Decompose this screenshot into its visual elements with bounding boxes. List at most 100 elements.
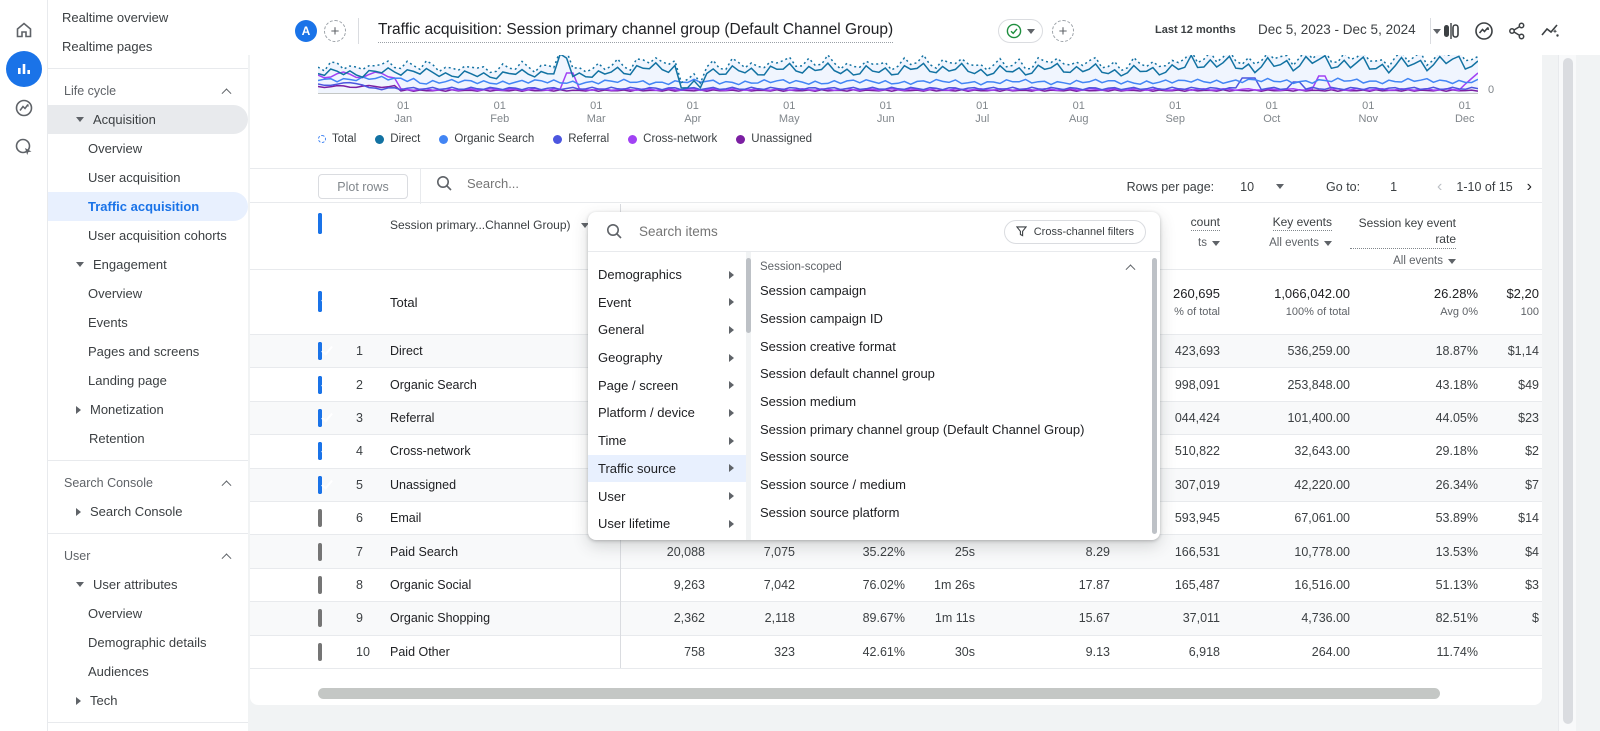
- sidebar-item-acquisition[interactable]: Acquisition: [48, 105, 248, 134]
- dimension-header[interactable]: Session primary...Channel Group): [390, 203, 620, 269]
- table-row[interactable]: 9 Organic Shopping 2,362 2,118 89.67% 1m…: [250, 602, 1542, 635]
- plot-rows-button[interactable]: Plot rows: [318, 174, 408, 199]
- next-page-button[interactable]: ›: [1527, 178, 1532, 196]
- row-checkbox[interactable]: [318, 342, 322, 360]
- total-row-checkbox[interactable]: [318, 291, 322, 312]
- sidebar-item-user-attributes[interactable]: User attributes: [48, 570, 248, 599]
- category-menu-item[interactable]: Traffic source: [588, 455, 746, 483]
- events-per-session-value: 9.13: [975, 645, 1110, 659]
- dimension-option[interactable]: Session source platform: [760, 499, 1148, 527]
- dimension-option[interactable]: Session campaign: [760, 277, 1148, 305]
- sidebar-item[interactable]: Traffic acquisition: [48, 192, 248, 221]
- date-range-picker[interactable]: Dec 5, 2023 - Dec 5, 2024: [1258, 22, 1441, 37]
- legend-item[interactable]: Unassigned: [736, 133, 812, 145]
- legend-item[interactable]: Organic Search: [439, 133, 534, 145]
- category-menu-item[interactable]: General: [588, 316, 746, 344]
- picker-menu-scrollbar-thumb[interactable]: [746, 258, 751, 333]
- sidebar-item-tech[interactable]: Tech: [48, 686, 248, 715]
- category-menu-item[interactable]: User: [588, 482, 746, 510]
- sidebar-item-realtime-overview[interactable]: Realtime overview: [48, 3, 248, 32]
- category-label: Custom: [598, 252, 643, 254]
- reports-nav-button[interactable]: [6, 51, 42, 87]
- horizontal-scrollbar[interactable]: [318, 688, 1440, 699]
- row-checkbox[interactable]: [318, 543, 322, 561]
- share-icon[interactable]: [1506, 20, 1528, 42]
- dimension-option[interactable]: Session campaign ID: [760, 305, 1148, 333]
- prev-page-button[interactable]: ‹: [1437, 178, 1442, 196]
- sidebar-section-search-console[interactable]: Search Console: [48, 468, 248, 497]
- row-checkbox[interactable]: [318, 609, 322, 627]
- sidebar-section-user[interactable]: User: [48, 541, 248, 570]
- sidebar-item[interactable]: Demographic details: [48, 628, 248, 657]
- row-checkbox[interactable]: [318, 576, 322, 594]
- sidebar-section-life-cycle[interactable]: Life cycle: [48, 76, 248, 105]
- session-key-event-rate-column-header[interactable]: Session key event rate All events: [1350, 203, 1478, 269]
- category-menu-item[interactable]: User lifetime: [588, 510, 746, 538]
- sidebar-item[interactable]: User acquisition: [48, 163, 248, 192]
- category-menu-item[interactable]: Page / screen: [588, 371, 746, 399]
- page-scrollbar-track[interactable]: [1558, 55, 1576, 731]
- page-scrollbar-thumb[interactable]: [1563, 58, 1573, 724]
- sidebar-item-engagement[interactable]: Engagement: [48, 250, 248, 279]
- sidebar-item[interactable]: Pages and screens: [48, 337, 248, 366]
- row-checkbox[interactable]: [318, 643, 322, 661]
- category-menu-item[interactable]: Geography: [588, 344, 746, 372]
- report-title[interactable]: Traffic acquisition: Session primary cha…: [378, 21, 893, 43]
- picker-search-input[interactable]: [639, 224, 988, 239]
- sidebar-item-monetization[interactable]: Monetization: [48, 395, 248, 424]
- dimension-option[interactable]: Session default channel group: [760, 360, 1148, 388]
- dimension-option[interactable]: Session primary channel group (Default C…: [760, 415, 1148, 443]
- report-status-badge[interactable]: [998, 19, 1043, 43]
- table-row[interactable]: 8 Organic Social 9,263 7,042 76.02% 1m 2…: [250, 569, 1542, 602]
- home-nav-button[interactable]: [6, 12, 42, 48]
- sidebar-item-search-console[interactable]: Search Console: [48, 497, 248, 526]
- chevron-down-icon[interactable]: [1276, 184, 1284, 189]
- sidebar-item[interactable]: User acquisition cohorts: [48, 221, 248, 250]
- sidebar-item[interactable]: Overview: [48, 279, 248, 308]
- table-row[interactable]: 10 Paid Other 758 323 42.61% 30s 9.13 6,…: [250, 636, 1542, 669]
- category-menu-item[interactable]: Event: [588, 288, 746, 316]
- cross-channel-filters-chip[interactable]: Cross-channel filters: [1004, 220, 1146, 244]
- legend-item[interactable]: Total: [318, 133, 356, 145]
- comparison-icon[interactable]: [1440, 20, 1462, 42]
- add-report-button[interactable]: +: [1052, 20, 1074, 42]
- legend-item[interactable]: Cross-network: [628, 133, 717, 145]
- session-key-event-rate-value: 29.18%: [1350, 444, 1478, 458]
- explore-nav-button[interactable]: [6, 90, 42, 126]
- insights-icon[interactable]: [1473, 20, 1495, 42]
- row-checkbox[interactable]: [318, 476, 322, 494]
- sidebar-item[interactable]: Events: [48, 308, 248, 337]
- row-checkbox[interactable]: [318, 376, 322, 394]
- row-checkbox[interactable]: [318, 409, 322, 427]
- goto-page-input[interactable]: 1: [1390, 180, 1397, 194]
- sidebar-item[interactable]: Overview: [48, 134, 248, 163]
- session-scoped-group-header[interactable]: Session-scoped: [760, 252, 1148, 277]
- select-all-checkbox[interactable]: [318, 213, 322, 234]
- legend-item[interactable]: Direct: [375, 133, 420, 145]
- sidebar-item[interactable]: Landing page: [48, 366, 248, 395]
- category-menu-item[interactable]: Custom: [588, 252, 746, 261]
- dimension-option[interactable]: Session medium: [760, 388, 1148, 416]
- dimension-option[interactable]: Session creative format: [760, 332, 1148, 360]
- sidebar-item[interactable]: Audiences: [48, 657, 248, 686]
- sidebar-item-retention[interactable]: Retention: [48, 424, 248, 453]
- row-checkbox[interactable]: [318, 442, 322, 460]
- advertising-nav-button[interactable]: [6, 129, 42, 165]
- legend-item[interactable]: Referral: [553, 133, 609, 145]
- add-comparison-button[interactable]: +: [324, 20, 346, 42]
- sidebar-item-realtime-pages[interactable]: Realtime pages: [48, 32, 248, 61]
- picker-options-scrollbar-thumb[interactable]: [1152, 258, 1157, 534]
- table-row[interactable]: 7 Paid Search 20,088 7,075 35.22% 25s 8.…: [250, 535, 1542, 568]
- table-search-input[interactable]: [467, 176, 667, 191]
- category-menu-item[interactable]: Demographics: [588, 261, 746, 289]
- sidebar-item[interactable]: Overview: [48, 599, 248, 628]
- sparkline-insights-icon[interactable]: [1539, 20, 1561, 42]
- dimension-option[interactable]: Session source / medium: [760, 471, 1148, 499]
- category-menu-item[interactable]: Platform / device: [588, 399, 746, 427]
- dimension-option[interactable]: Session source: [760, 443, 1148, 471]
- rows-per-page-select[interactable]: 10: [1240, 180, 1254, 194]
- key-events-column-header[interactable]: Key events All events: [1220, 203, 1350, 269]
- property-avatar[interactable]: A: [295, 20, 317, 42]
- category-menu-item[interactable]: Time: [588, 427, 746, 455]
- row-checkbox[interactable]: [318, 509, 322, 527]
